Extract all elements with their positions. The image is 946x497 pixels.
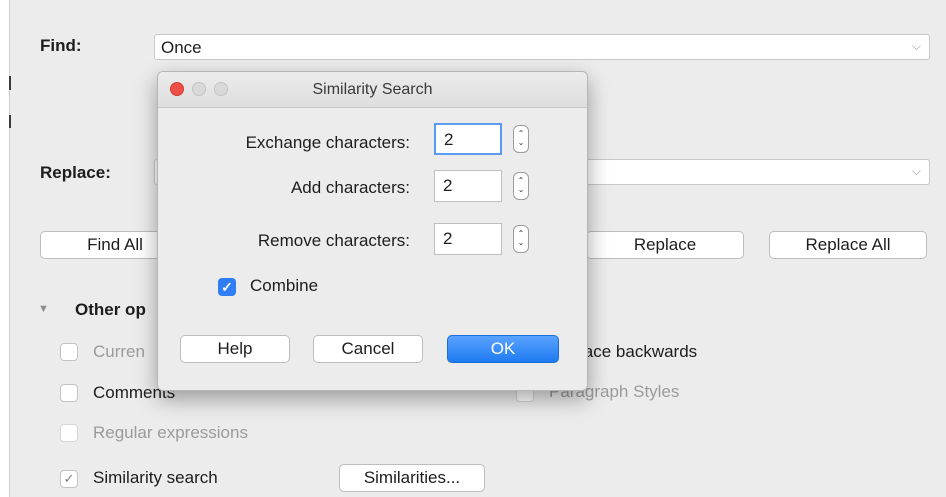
window-left-edge	[0, 0, 10, 497]
replace-label: Replace:	[40, 163, 111, 182]
exchange-characters-field[interactable]: 2	[434, 123, 502, 155]
exchange-characters-label: Exchange characters:	[245, 133, 410, 152]
comments-checkbox[interactable]	[60, 384, 78, 402]
dialog-titlebar: Similarity Search	[158, 72, 587, 108]
add-characters-value: 2	[443, 176, 453, 195]
add-characters-stepper-icon[interactable]: ⌃ ⌄	[513, 172, 529, 200]
remove-characters-stepper-icon[interactable]: ⌃ ⌄	[513, 225, 529, 253]
replace-button[interactable]: Replace	[586, 231, 744, 259]
edge-mark	[9, 115, 11, 128]
dialog-title: Similarity Search	[312, 81, 433, 98]
current-selection-label: Curren	[93, 342, 145, 361]
replace-all-button[interactable]: Replace All	[769, 231, 927, 259]
similarity-search-dialog: Similarity Search Exchange characters: 2…	[157, 71, 588, 391]
exchange-characters-value: 2	[444, 130, 454, 149]
add-characters-label: Add characters:	[290, 178, 410, 197]
edge-mark	[9, 76, 11, 90]
find-input[interactable]: Once	[161, 38, 202, 58]
current-selection-checkbox[interactable]	[60, 343, 78, 361]
cancel-button[interactable]: Cancel	[313, 335, 423, 363]
remove-characters-label: Remove characters:	[257, 231, 410, 250]
find-label: Find:	[40, 36, 82, 55]
chevron-down-icon[interactable]: ⌵	[912, 164, 921, 179]
regular-expressions-label: Regular expressions	[93, 423, 248, 442]
similarity-search-label: Similarity search	[93, 468, 218, 487]
disclosure-triangle-icon[interactable]: ▼	[38, 303, 49, 315]
regular-expressions-checkbox[interactable]	[60, 424, 78, 442]
exchange-characters-stepper-icon[interactable]: ⌃ ⌄	[513, 125, 529, 153]
similarities-button[interactable]: Similarities...	[339, 464, 485, 492]
remove-characters-field[interactable]: 2	[434, 223, 502, 255]
help-button[interactable]: Help	[180, 335, 290, 363]
remove-characters-value: 2	[443, 229, 453, 248]
replace-backwards-label: lace backwards	[580, 342, 698, 361]
other-options-label[interactable]: Other op	[75, 300, 146, 320]
add-characters-field[interactable]: 2	[434, 170, 502, 202]
ok-button[interactable]: OK	[447, 335, 559, 363]
find-combobox[interactable]: Once ⌵	[154, 34, 930, 60]
similarity-search-checkbox[interactable]: ✓	[60, 470, 78, 488]
combine-checkbox[interactable]: ✓	[218, 278, 236, 296]
chevron-down-icon[interactable]: ⌵	[912, 39, 921, 54]
combine-label: Combine	[250, 276, 319, 295]
